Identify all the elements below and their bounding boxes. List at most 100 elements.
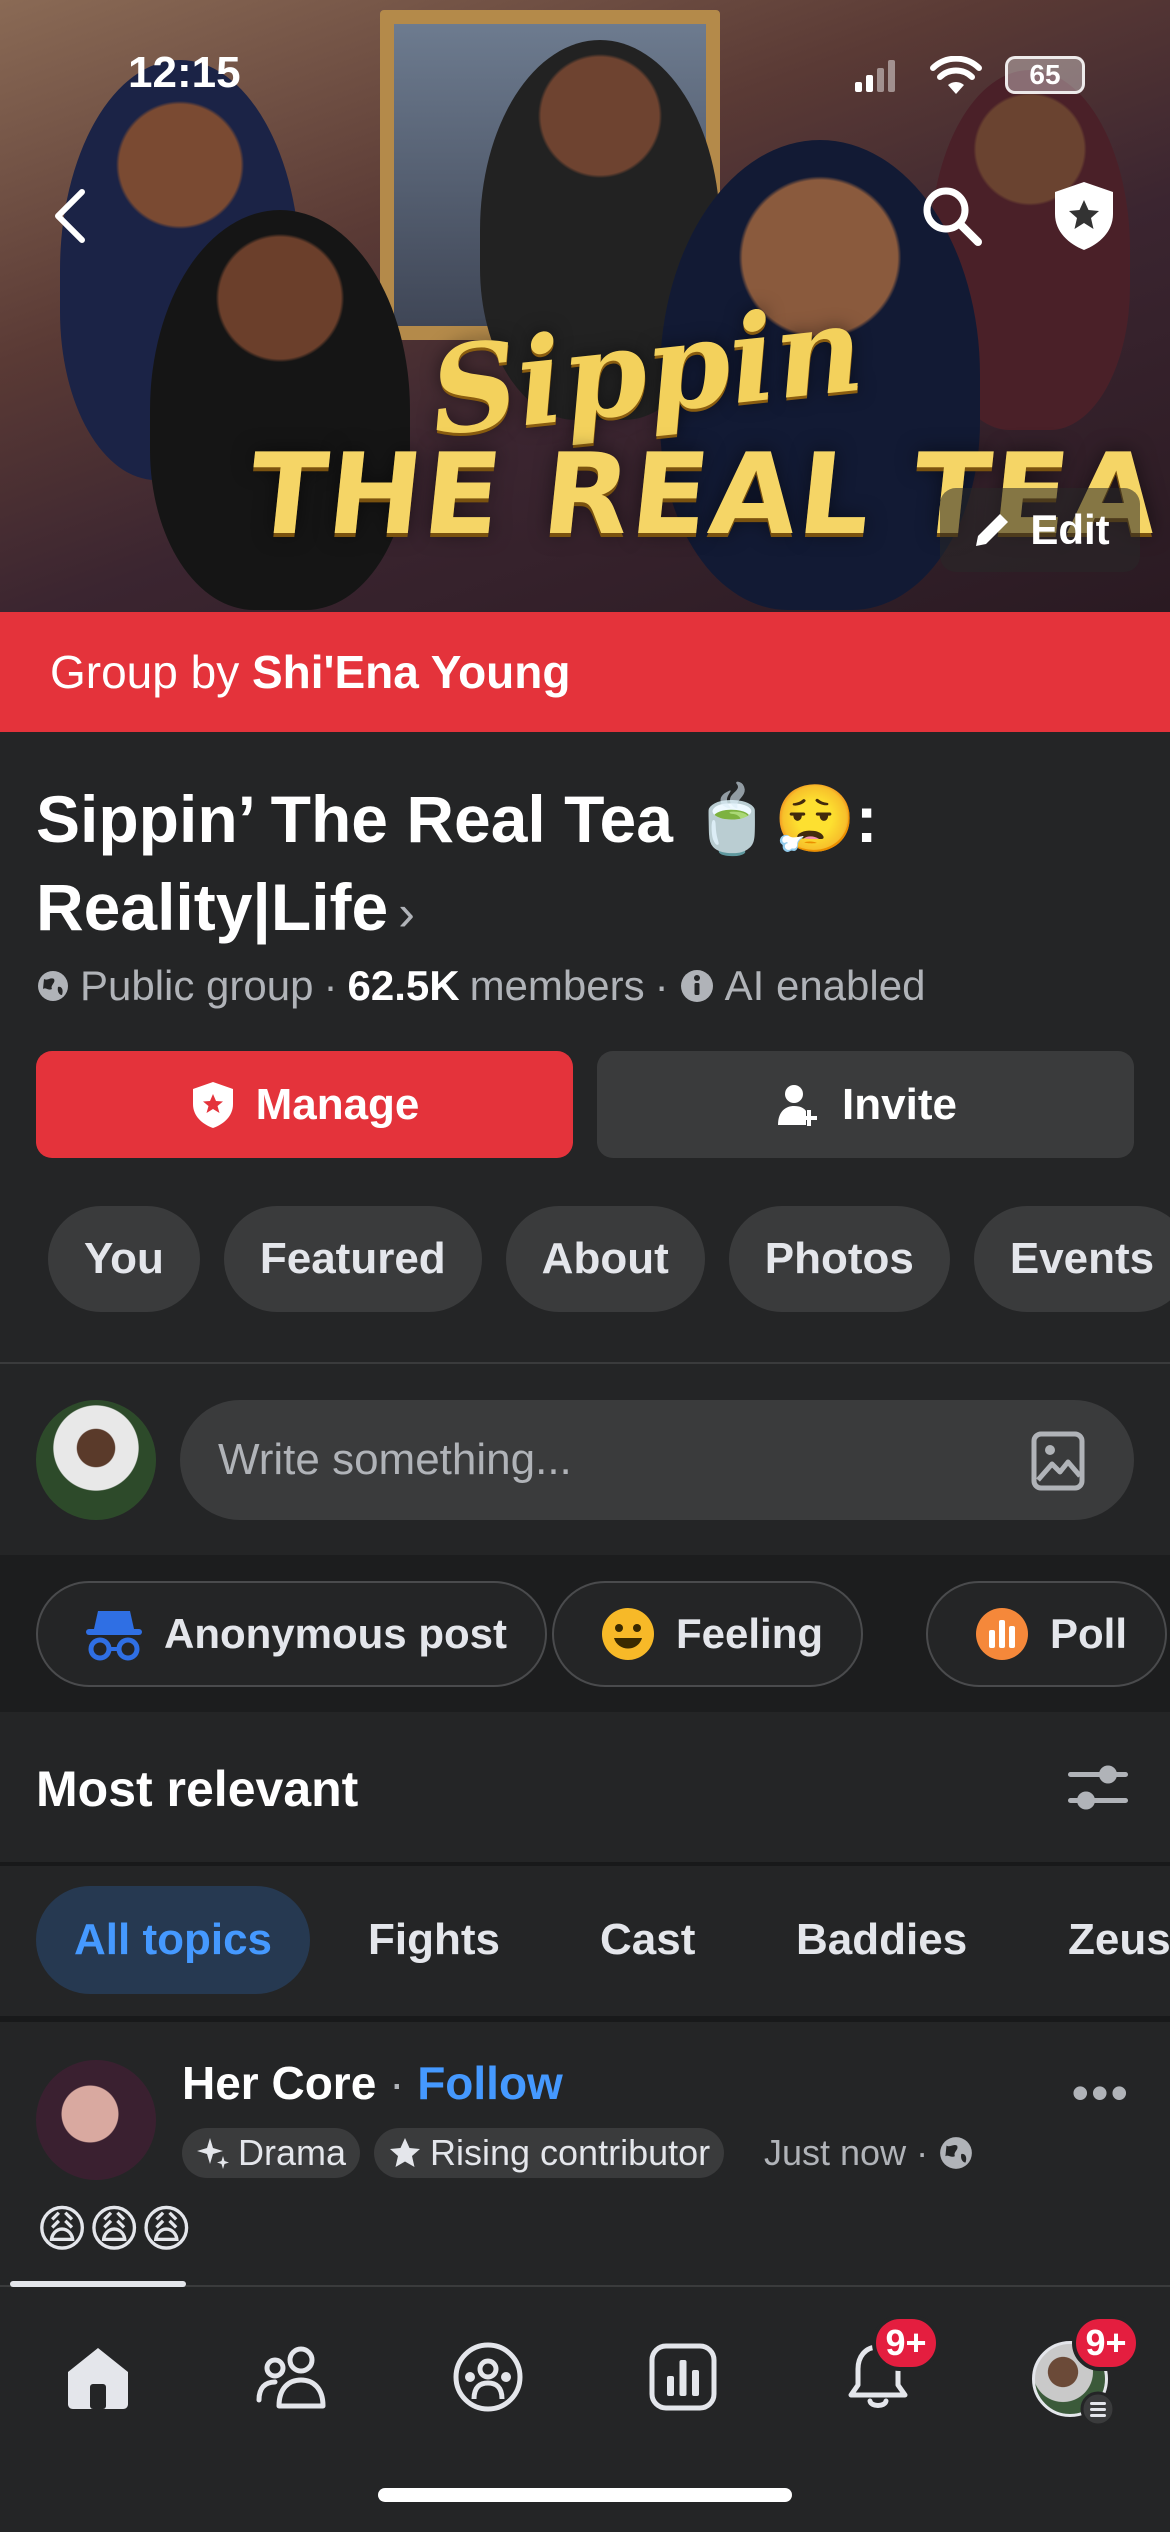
- post-type-chips: Anonymous post Feeling Poll: [0, 1555, 1170, 1712]
- manage-label: Manage: [255, 1079, 420, 1129]
- globe-icon: [940, 2137, 972, 2169]
- tab-photos[interactable]: Photos: [728, 1206, 950, 1312]
- chevron-left-icon: [55, 189, 85, 243]
- sort-label[interactable]: Most relevant: [36, 1760, 358, 1818]
- tab-about[interactable]: About: [505, 1206, 705, 1312]
- topic-zeus[interactable]: Zeus: [1030, 1886, 1170, 1994]
- info-icon: [680, 970, 713, 1002]
- divider: [0, 2016, 1170, 2022]
- group-title[interactable]: Sippin’ The Real Tea 🍵😮‍💨: Reality|Life ›: [36, 775, 1136, 957]
- groups-icon: [453, 2342, 523, 2412]
- status-time: 12:15: [128, 48, 241, 97]
- topic-cast[interactable]: Cast: [562, 1886, 733, 1994]
- back-button[interactable]: [34, 180, 106, 252]
- divider: [0, 1362, 1170, 1364]
- pencil-icon: [976, 514, 1009, 546]
- separator: ·: [323, 962, 338, 1009]
- tab-you[interactable]: You: [48, 1206, 200, 1312]
- star-icon: [390, 2138, 420, 2167]
- signal-icon: [855, 60, 895, 92]
- search-button[interactable]: [916, 180, 988, 252]
- rising-contributor-badge[interactable]: Rising contributor: [374, 2128, 725, 2178]
- smiley-icon: [602, 1608, 654, 1660]
- globe-icon: [38, 971, 68, 1001]
- topic-filters: All topics Fights Cast Baddies Zeus: [0, 1864, 1170, 2016]
- post-content: 😩😩😩: [36, 2201, 193, 2257]
- nav-notifications[interactable]: 9+: [828, 2315, 940, 2427]
- group-name-text: Sippin’ The Real Tea 🍵😮‍💨: Reality|Life: [36, 782, 878, 944]
- insights-icon: [649, 2343, 717, 2411]
- group-owner-name[interactable]: Shi'Ena Young: [252, 646, 570, 698]
- invite-button[interactable]: Invite: [597, 1051, 1134, 1158]
- shield-star-icon: [1055, 182, 1113, 250]
- active-tab-indicator: [10, 2281, 186, 2287]
- separator: ·: [654, 962, 669, 1009]
- drama-badge[interactable]: Drama: [182, 2128, 361, 2178]
- nav-home[interactable]: [48, 2327, 148, 2427]
- anonymous-post-label: Anonymous post: [164, 1610, 507, 1657]
- nav-friends[interactable]: [243, 2327, 343, 2427]
- invite-label: Invite: [842, 1079, 957, 1129]
- post-time: Just now ·: [764, 2132, 974, 2174]
- follow-button[interactable]: Follow: [417, 2057, 563, 2109]
- avatar[interactable]: [36, 2060, 156, 2180]
- admin-shield-button[interactable]: [1048, 180, 1120, 252]
- add-person-icon: [778, 1084, 818, 1126]
- separator: ·: [389, 2057, 418, 2109]
- battery-icon: 65: [1005, 56, 1085, 94]
- write-something-input[interactable]: Write something...: [180, 1400, 1134, 1520]
- avatar[interactable]: [36, 1400, 156, 1520]
- members-label: members: [469, 962, 645, 1009]
- topic-baddies[interactable]: Baddies: [758, 1886, 1005, 1994]
- search-icon: [923, 187, 982, 246]
- sparkle-icon: [197, 2138, 229, 2169]
- edit-cover-button[interactable]: Edit: [940, 488, 1140, 572]
- badge-label: Drama: [238, 2132, 347, 2173]
- badge-label: Rising contributor: [430, 2132, 711, 2173]
- notifications-badge: 9+: [872, 2315, 940, 2371]
- status-bar: 12:15 65: [0, 48, 1170, 108]
- group-meta: Public group · 62.5K members · AI enable…: [36, 962, 925, 1010]
- feeling-label: Feeling: [676, 1610, 824, 1657]
- poll-label: Poll: [1050, 1610, 1128, 1657]
- feed-sort-row: Most relevant: [0, 1712, 1170, 1862]
- cover-photo: Sippin THE REAL TEA 12:15 65 Edit: [0, 0, 1170, 612]
- edit-label: Edit: [1030, 506, 1110, 553]
- post-timestamp[interactable]: Just now ·: [764, 2132, 928, 2174]
- feed-post: Her Core · Follow ••• Drama Rising contr…: [0, 2024, 1170, 2284]
- poll-icon: [976, 1608, 1028, 1660]
- more-options-icon[interactable]: •••: [1071, 2064, 1130, 2122]
- menu-badge-icon: [1080, 2391, 1116, 2427]
- post-author[interactable]: Her Core: [182, 2057, 376, 2109]
- post-header: Her Core · Follow: [182, 2056, 563, 2110]
- composer-placeholder: Write something...: [218, 1435, 572, 1484]
- home-icon: [68, 2348, 128, 2409]
- profile-badge: 9+: [1072, 2315, 1140, 2371]
- topic-fights[interactable]: Fights: [330, 1886, 538, 1994]
- poll-button[interactable]: Poll: [926, 1581, 1168, 1687]
- feeling-button[interactable]: Feeling: [552, 1581, 864, 1687]
- ai-enabled-label[interactable]: AI enabled: [725, 962, 926, 1010]
- tab-featured[interactable]: Featured: [223, 1206, 482, 1312]
- members-count: 62.5K: [347, 962, 460, 1009]
- manage-button[interactable]: Manage: [36, 1051, 573, 1158]
- post-composer: Write something...: [0, 1365, 1170, 1555]
- topic-all[interactable]: All topics: [36, 1886, 311, 1994]
- nav-groups[interactable]: [438, 2327, 538, 2427]
- filter-sliders-icon[interactable]: [1066, 1760, 1130, 1816]
- tab-events[interactable]: Events: [973, 1206, 1170, 1312]
- group-tabs: You Featured About Photos Events: [48, 1206, 1170, 1312]
- chevron-right-icon: ›: [398, 885, 415, 941]
- nav-insights[interactable]: [633, 2327, 733, 2427]
- group-by-prefix: Group by: [50, 646, 240, 698]
- privacy-label: Public group: [80, 962, 314, 1009]
- friends-icon: [256, 2346, 326, 2409]
- group-owner-banner[interactable]: Group by Shi'Ena Young: [0, 612, 1170, 732]
- shield-star-icon: [192, 1081, 233, 1128]
- anonymous-post-button[interactable]: Anonymous post: [36, 1581, 547, 1687]
- photo-icon[interactable]: [1030, 1430, 1086, 1492]
- home-indicator: [378, 2488, 792, 2502]
- nav-profile[interactable]: 9+: [1018, 2315, 1140, 2427]
- anonymous-icon: [86, 1611, 142, 1661]
- wifi-icon: [930, 56, 982, 94]
